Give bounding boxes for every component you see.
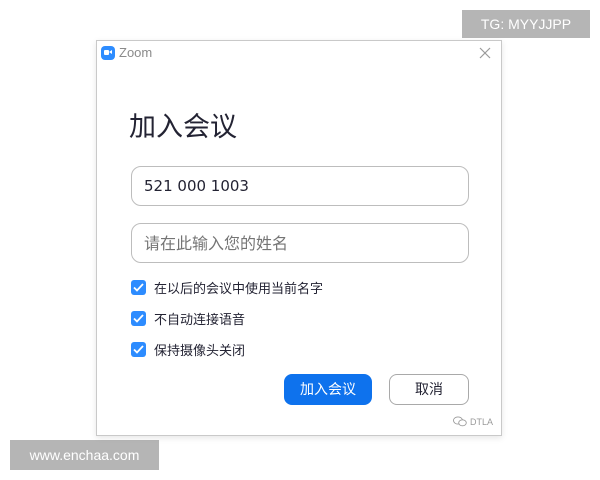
camera-off-checkbox[interactable]	[131, 341, 146, 357]
no-auto-audio-checkbox[interactable]	[131, 310, 146, 326]
site-watermark: www.enchaa.com	[10, 440, 159, 470]
cancel-button[interactable]: 取消	[389, 374, 469, 405]
zoom-join-dialog: Zoom 加入会议 在以后的会议中使用当前名字	[96, 40, 502, 436]
display-name-input[interactable]	[131, 223, 469, 263]
wechat-icon	[453, 416, 467, 427]
checkmark-icon	[133, 282, 144, 292]
close-icon[interactable]	[475, 43, 495, 63]
tg-watermark: TG: MYYJJPP	[462, 10, 590, 38]
checkmark-icon	[133, 313, 144, 323]
remember-name-label: 在以后的会议中使用当前名字	[154, 281, 324, 297]
title-bar: Zoom	[97, 41, 501, 65]
no-auto-audio-label: 不自动连接语音	[154, 312, 246, 328]
zoom-logo-icon	[101, 46, 115, 60]
footer-mark-text: DTLA	[469, 416, 493, 427]
meeting-id-input[interactable]	[131, 166, 469, 206]
camera-off-label: 保持摄像头关闭	[154, 343, 246, 359]
remember-name-option[interactable]: 在以后的会议中使用当前名字	[131, 278, 324, 297]
camera-off-option[interactable]: 保持摄像头关闭	[131, 340, 246, 359]
remember-name-checkbox[interactable]	[131, 279, 146, 295]
join-meeting-button[interactable]: 加入会议	[284, 374, 372, 405]
no-auto-audio-option[interactable]: 不自动连接语音	[131, 309, 246, 328]
app-title: Zoom	[119, 45, 153, 60]
checkmark-icon	[133, 344, 144, 354]
screenshot-stage: Zoom 加入会议 在以后的会议中使用当前名字	[0, 0, 600, 480]
footer-watermark: DTLA	[453, 416, 493, 427]
dialog-heading: 加入会议	[129, 112, 237, 143]
